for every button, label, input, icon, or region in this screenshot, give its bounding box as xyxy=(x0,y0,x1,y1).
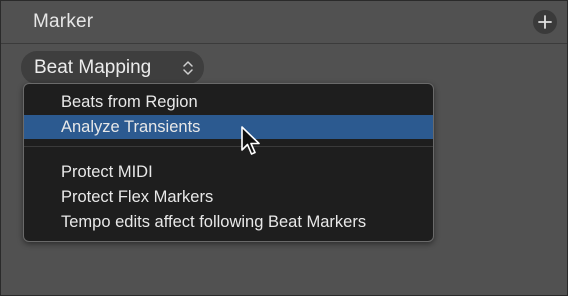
menu-item-protect-midi[interactable]: Protect MIDI xyxy=(24,160,433,184)
menu-item-analyze-transients[interactable]: Analyze Transients xyxy=(24,115,433,139)
menu-separator xyxy=(24,146,433,147)
panel-title: Marker xyxy=(33,11,94,32)
beat-mapping-popup[interactable]: Beat Mapping xyxy=(21,51,204,84)
menu-item-tempo-edits-affect-following-beat-markers[interactable]: Tempo edits affect following Beat Marker… xyxy=(24,210,433,234)
menu-item-protect-flex-markers[interactable]: Protect Flex Markers xyxy=(24,185,433,209)
menu-item-beats-from-region[interactable]: Beats from Region xyxy=(24,90,433,114)
plus-icon xyxy=(538,15,552,29)
menu-item-label: Protect Flex Markers xyxy=(61,188,214,206)
menu-item-label: Beats from Region xyxy=(61,93,198,111)
menu-item-label: Protect MIDI xyxy=(61,163,153,181)
menu-item-label: Analyze Transients xyxy=(61,118,201,136)
arrow-cursor-icon xyxy=(241,126,260,155)
up-down-chevrons-icon xyxy=(183,61,193,75)
menu-item-label: Tempo edits affect following Beat Marker… xyxy=(61,213,367,231)
panel-header: Marker xyxy=(1,1,567,44)
add-marker-button[interactable] xyxy=(533,10,557,34)
popup-menu: Beats from Region Analyze Transients Pro… xyxy=(23,83,434,242)
popup-selected-value: Beat Mapping xyxy=(34,57,152,78)
